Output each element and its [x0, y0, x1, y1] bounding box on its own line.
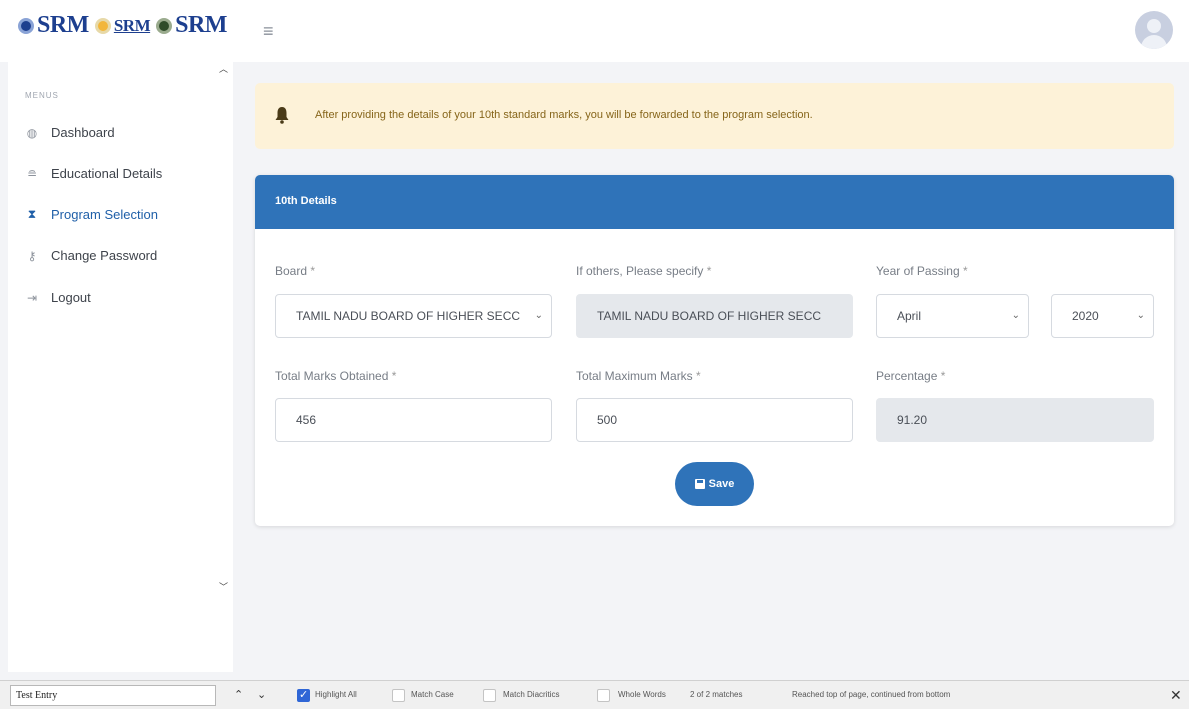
sidebar-scrollbar[interactable]: ︿ ﹀	[215, 62, 233, 672]
user-avatar-icon[interactable]	[1135, 11, 1173, 49]
logo-group: SRM SRM SRM	[18, 12, 227, 39]
hourglass-icon: ⧗	[27, 207, 37, 221]
card-title: 10th Details	[255, 175, 1174, 229]
sidebar-item-logout[interactable]: ⇥ Logout	[25, 290, 91, 305]
match-case-label: Match Case	[411, 690, 454, 699]
match-case-checkbox[interactable]	[392, 689, 405, 702]
maximum-marks-value: 500	[597, 413, 618, 427]
hamburger-icon[interactable]: ≡	[263, 21, 274, 42]
top-bar: SRM SRM SRM ≡	[0, 0, 1189, 62]
dashboard-icon: ◍	[26, 125, 38, 140]
marks-obtained-label: Total Marks Obtained *	[275, 369, 397, 383]
highlight-all-checkbox[interactable]	[297, 688, 310, 702]
others-field: TAMIL NADU BOARD OF HIGHER SECC	[576, 294, 853, 338]
sidebar-item-label: Logout	[51, 290, 91, 305]
sidebar-item-change-password[interactable]: ⚷ Change Password	[25, 248, 158, 263]
find-next-icon[interactable]: ⌄	[257, 688, 266, 701]
save-button-label: Save	[708, 478, 735, 490]
month-select[interactable]: April ⌄	[876, 294, 1029, 338]
emblem-icon	[18, 17, 34, 34]
save-button[interactable]: Save	[675, 462, 754, 506]
maximum-marks-input[interactable]: 500	[576, 398, 853, 442]
others-label: If others, Please specify *	[576, 264, 712, 278]
srm-logo-1: SRM	[18, 12, 89, 39]
highlight-all-label: Highlight All	[315, 690, 357, 699]
graduation-cap-icon: ≘	[26, 166, 38, 181]
match-diacritics-label: Match Diacritics	[503, 690, 560, 699]
match-count: 2 of 2 matches	[690, 690, 743, 699]
alert-message: After providing the details of your 10th…	[315, 109, 813, 121]
logout-icon: ⇥	[26, 290, 38, 305]
scroll-up-icon[interactable]: ︿	[219, 62, 228, 75]
sidebar-item-program-selection[interactable]: ⧗ Program Selection	[25, 207, 158, 222]
board-select[interactable]: TAMIL NADU BOARD OF HIGHER SECC ⌄	[275, 294, 552, 338]
year-of-passing-label: Year of Passing *	[876, 264, 968, 278]
board-label: Board *	[275, 264, 316, 278]
close-icon[interactable]: ✕	[1170, 687, 1182, 704]
logo-text: SRM	[37, 12, 89, 38]
tenth-details-card: 10th Details Board * TAMIL NADU BOARD OF…	[255, 175, 1174, 526]
sidebar-item-dashboard[interactable]: ◍ Dashboard	[25, 125, 115, 140]
marks-obtained-value: 456	[296, 413, 317, 427]
percentage-label: Percentage *	[876, 369, 946, 383]
board-select-value: TAMIL NADU BOARD OF HIGHER SECC	[296, 309, 521, 323]
month-select-value: April	[897, 309, 922, 323]
percentage-field: 91.20	[876, 398, 1154, 442]
srm-logo-2: SRM	[94, 15, 151, 36]
sidebar-item-label: Program Selection	[51, 207, 158, 222]
info-alert: After providing the details of your 10th…	[255, 83, 1174, 149]
srm-logo-3: SRM	[156, 12, 227, 39]
percentage-value: 91.20	[897, 413, 928, 427]
chevron-down-icon: ⌄	[1136, 310, 1145, 321]
emblem-icon	[94, 17, 111, 34]
year-select-value: 2020	[1072, 309, 1099, 323]
find-status: Reached top of page, continued from bott…	[792, 690, 951, 699]
sidebar-section-label: MENUS	[25, 91, 59, 100]
chevron-down-icon: ⌄	[1011, 310, 1020, 321]
year-select[interactable]: 2020 ⌄	[1051, 294, 1154, 338]
sidebar-item-label: Dashboard	[51, 125, 115, 140]
sidebar-item-label: Educational Details	[51, 166, 163, 181]
chevron-down-icon: ⌄	[534, 310, 543, 321]
logo-text: SRM	[175, 12, 227, 38]
floppy-disk-icon	[694, 479, 705, 489]
others-field-value: TAMIL NADU BOARD OF HIGHER SECC	[597, 309, 822, 323]
logo-text: SRM	[113, 15, 151, 35]
sidebar-item-label: Change Password	[51, 248, 158, 263]
marks-obtained-input[interactable]: 456	[275, 398, 552, 442]
bell-icon	[275, 107, 289, 124]
sidebar-item-educational-details[interactable]: ≘ Educational Details	[25, 166, 162, 181]
maximum-marks-label: Total Maximum Marks *	[576, 369, 701, 383]
whole-words-label: Whole Words	[618, 690, 666, 699]
emblem-icon	[156, 17, 173, 34]
match-diacritics-checkbox[interactable]	[483, 689, 496, 702]
find-previous-icon[interactable]: ⌃	[234, 688, 243, 701]
whole-words-checkbox[interactable]	[597, 689, 610, 702]
sidebar: MENUS ◍ Dashboard ≘ Educational Details …	[8, 62, 215, 672]
find-bar: Test Entry ⌃ ⌄ Highlight All Match Case …	[0, 680, 1189, 709]
scroll-down-icon[interactable]: ﹀	[219, 580, 228, 593]
key-icon: ⚷	[27, 248, 37, 263]
find-input[interactable]: Test Entry	[10, 685, 216, 706]
